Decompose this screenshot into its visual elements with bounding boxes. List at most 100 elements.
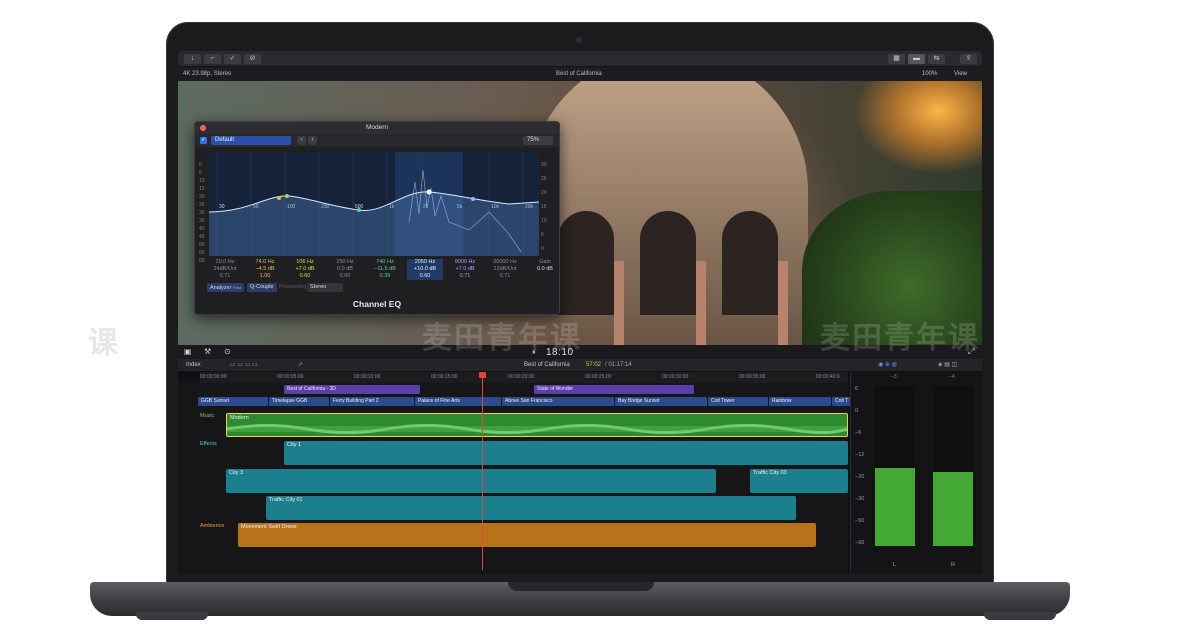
palace-dome [528, 81, 808, 345]
storyline-clip[interactable]: Above San Francisco [502, 397, 614, 406]
storyline-clip[interactable]: Rainbow [769, 397, 831, 406]
chevron-right-icon[interactable]: › [308, 136, 317, 145]
eq-footer: Analyzer Post Q-Couple Processing Stereo [195, 282, 559, 294]
preset-select[interactable]: Default [211, 136, 291, 145]
music-clip-name: Modern [230, 415, 249, 421]
column [614, 261, 624, 345]
laptop-foot [136, 612, 208, 620]
storyline-clip[interactable]: GGB Sunset [198, 397, 268, 406]
band-handle [426, 189, 432, 195]
duration-value: 01:17:14 [608, 362, 632, 368]
top-toolbar: ↓ ⌐ ✓ ⊘ ▦ ▬ ⇆ ⇪ [178, 51, 982, 67]
band-readout[interactable]: 740 Hz −11.5 dB 0.39 [367, 259, 403, 280]
index-button[interactable]: Index [186, 359, 201, 372]
enable-checkbox[interactable]: ✓ [200, 137, 207, 144]
chevron-left-icon[interactable]: ‹ [297, 136, 306, 145]
playhead[interactable] [482, 372, 483, 570]
gain-readout[interactable]: Gain 0.0 dB [527, 259, 563, 273]
db-tick-label: 40 [199, 226, 205, 232]
effects-clip[interactable]: Traffic City 03 [750, 469, 848, 493]
tag-icon[interactable]: ⊘ [244, 54, 261, 64]
band-readout[interactable]: 20000 Hz 12dB/Oct 0.71 [487, 259, 523, 280]
timeline-options-icon[interactable]: ◈ ▤ ◫ [938, 359, 957, 372]
band-readout[interactable]: 250 Hz 0.0 dB 0.60 [327, 259, 363, 280]
ambience-clip[interactable]: Movement Swirl Drone [238, 523, 816, 547]
eq-window-title: Modern [195, 122, 559, 134]
effects-clip[interactable]: Traffic City 01 [266, 496, 796, 520]
band-gain: +7.0 dB [455, 266, 475, 272]
band-readout[interactable]: 74.0 Hz −4.5 dB 1.00 [247, 259, 283, 280]
timeline-tracks[interactable]: Best of California - 3D State of Wonder … [178, 383, 852, 574]
band-handle [277, 196, 281, 200]
peak-right: −4 [949, 374, 955, 380]
laptop-foot [984, 612, 1056, 620]
audio-skimming-icon[interactable]: ◉ ⊕ ◍ [878, 359, 897, 372]
title-clip[interactable]: State of Wonder [534, 385, 694, 394]
analyzer-button[interactable]: Analyzer Post [207, 283, 244, 292]
db-tick-label: 55 [199, 250, 205, 256]
band-readout[interactable]: 106 Hz +7.0 dB 0.60 [287, 259, 323, 280]
video-viewer[interactable]: Modern ✓ Default ‹ › 75% 30 50 100 200 500 1k… [178, 81, 982, 345]
storyline-clip[interactable]: Ferry Building Part 2 [330, 397, 414, 406]
db-tick-label: 60 [199, 258, 205, 264]
band-frequency: 250 Hz [336, 259, 354, 265]
ruler-tick-label: 00:00:10:00 [354, 374, 381, 380]
inspector-toggle-icon[interactable]: ⇆ [928, 54, 945, 64]
timeline-view-icons[interactable]: ▭ ▭ ▭ ▭ [230, 359, 258, 372]
db-tick-label: 20 [541, 190, 547, 196]
band-readout[interactable]: 20.0 Hz 24dB/Oct 0.71 [207, 259, 243, 280]
plugin-name: Channel EQ [352, 299, 402, 309]
db-tick-label: 10 [541, 218, 547, 224]
close-icon[interactable] [200, 125, 206, 131]
browser-toggle-icon[interactable]: ▦ [888, 54, 905, 64]
title-clip[interactable]: Best of California - 3D [284, 385, 420, 394]
band-q: 0.39 [379, 273, 391, 279]
speed-icon[interactable]: ⊙ [224, 347, 231, 356]
band-q: 0.71 [219, 273, 231, 279]
share-icon[interactable]: ⇪ [960, 54, 977, 64]
storyline-clip[interactable]: Coit Tower [708, 397, 768, 406]
q-couple-button[interactable]: Q-Couple [247, 283, 277, 292]
timeline-toggle-icon[interactable]: ▬ [908, 54, 925, 64]
band-frequency: 74.0 Hz [255, 259, 275, 265]
eq-zoom-select[interactable]: 75% [523, 136, 553, 145]
watermark-left: 课 [88, 327, 120, 360]
band-frequency: 9000 Hz [454, 259, 476, 265]
effects-clip[interactable]: City 3 [226, 469, 716, 493]
timeline-ruler[interactable]: 00:00:00:00 00:00:05:00 00:00:10:00 00:00:1… [200, 372, 848, 383]
band-readout[interactable]: 2050 Hz +10.0 dB 0.60 [407, 259, 443, 280]
db-tick-label: 5 [199, 170, 202, 176]
storyline-clip[interactable]: Palace of Fine Arts [415, 397, 501, 406]
storyline-clip[interactable]: Coit T [832, 397, 852, 406]
eq-graph[interactable]: 30 50 100 200 500 1k 2k 5k 10k 20k [209, 152, 539, 256]
analyzer-mode: Post [232, 285, 241, 290]
processing-select[interactable]: Stereo [307, 283, 343, 292]
storyline-clip[interactable]: Timelapse GGB [269, 397, 329, 406]
keyword-icon[interactable]: ⌐ [204, 54, 221, 64]
view-menu[interactable]: View [954, 67, 967, 81]
traffic01-clip-name: Traffic City 01 [269, 497, 303, 503]
city3-clip-name: City 3 [229, 470, 244, 476]
viewer-infobar: 4K 23.98p, Stereo Best of California 100… [178, 67, 982, 81]
clip-appearance-icon[interactable]: ▣ [184, 347, 192, 356]
band-gain: +10.0 dB [413, 266, 437, 272]
db-tick-label: 50 [199, 242, 205, 248]
timeline-position: 57:02 [586, 362, 602, 368]
edit-tool-icon[interactable]: ⚒ [204, 347, 211, 356]
band-q: 0.71 [459, 273, 471, 279]
band-readout[interactable]: 9000 Hz +7.0 dB 0.71 [447, 259, 483, 280]
import-icon[interactable]: ↓ [184, 54, 201, 64]
zoom-menu[interactable]: 100% [922, 67, 937, 81]
arch-left [558, 211, 614, 315]
traffic03-clip-name: Traffic City 03 [753, 470, 787, 476]
project-title: Best of California [556, 71, 602, 77]
storyline-clip[interactable]: Bay Bridge Sunset [615, 397, 707, 406]
ruler-tick-label: 00:00:40:0 [816, 374, 840, 380]
music-clip[interactable]: Modern [226, 413, 848, 437]
band-gain: −4.5 dB [255, 266, 275, 272]
product-stage: 课 ↓ ⌐ ✓ ⊘ ▦ ▬ ⇆ ⇪ 4K 23.98p, Stereo Best… [0, 0, 1192, 635]
effects-clip[interactable]: City 1 [284, 441, 848, 465]
timeline-project-name[interactable]: Best of California [524, 359, 570, 372]
select-tool-icon[interactable]: ➚ [298, 359, 303, 372]
background-tasks-icon[interactable]: ✓ [224, 54, 241, 64]
